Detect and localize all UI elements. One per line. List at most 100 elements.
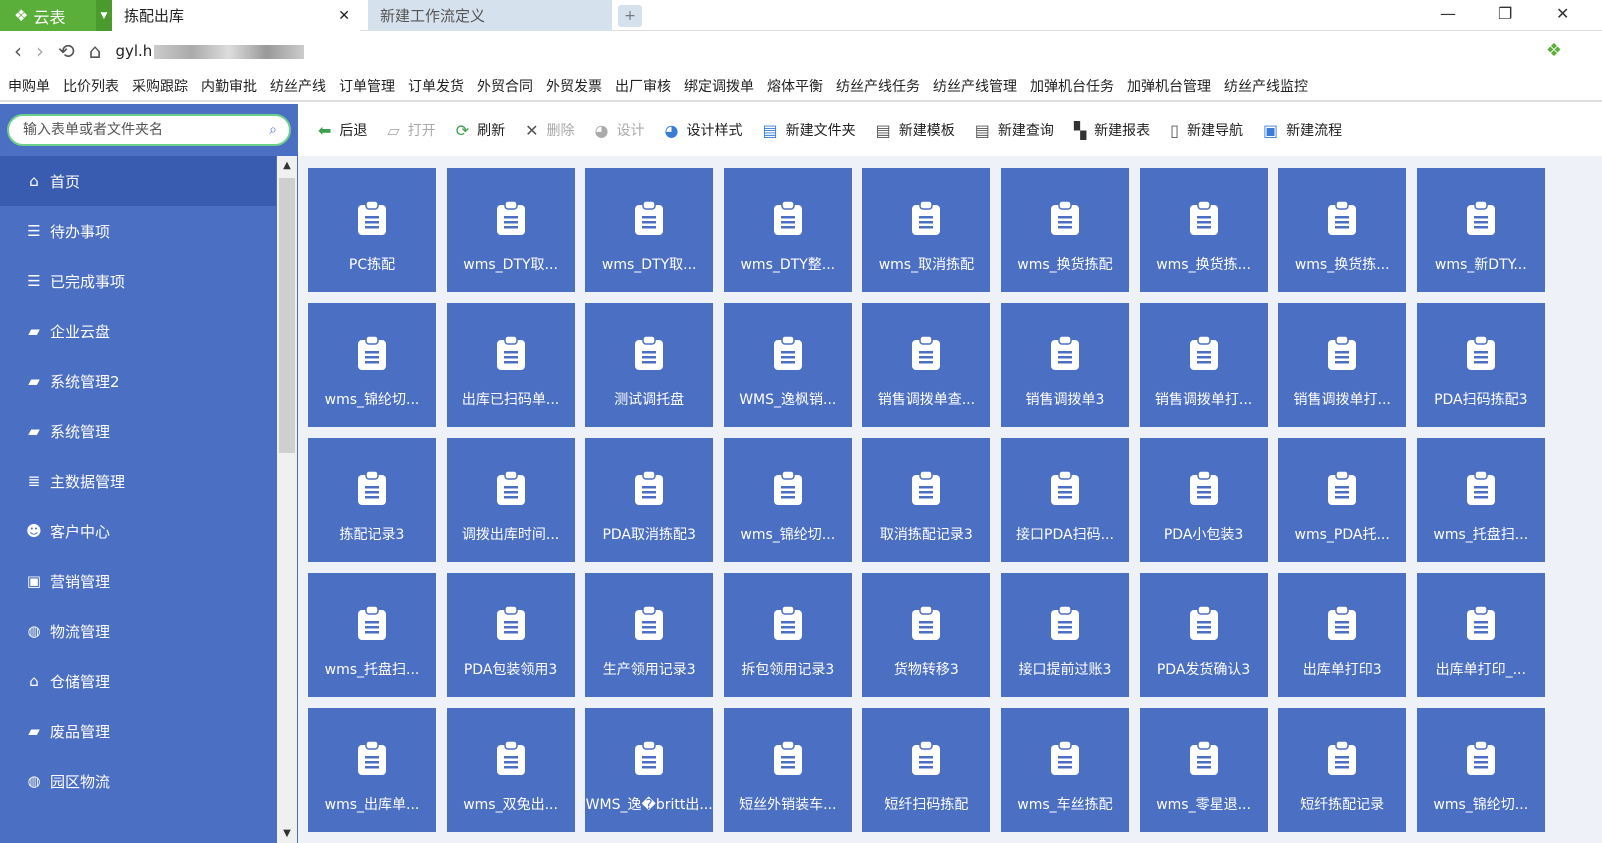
- tab-new-workflow[interactable]: 新建工作流定义: [368, 0, 612, 31]
- form-tile[interactable]: PDA发货确认3: [1139, 573, 1268, 697]
- toolbar-button[interactable]: ⟳ 刷新: [456, 120, 505, 140]
- form-tile[interactable]: wms_换货拣...: [1139, 168, 1268, 292]
- form-tile[interactable]: wms_锦纶切...: [308, 303, 436, 427]
- sidebar-item[interactable]: ◍ 园区物流: [0, 756, 276, 806]
- sidebar-item[interactable]: ≣ 主数据管理: [0, 456, 276, 506]
- back-icon[interactable]: ‹: [14, 39, 22, 63]
- scroll-thumb[interactable]: [279, 178, 295, 453]
- form-tile[interactable]: wms_取消拣配: [862, 168, 991, 292]
- form-tile[interactable]: wms_出库单...: [308, 708, 436, 832]
- form-tile[interactable]: 出库已扫码单...: [446, 303, 575, 427]
- form-tile[interactable]: PC拣配: [308, 168, 436, 292]
- bookmark-link[interactable]: 纺丝产线: [270, 76, 326, 96]
- form-tile[interactable]: 销售调拨单3: [1001, 303, 1129, 427]
- bookmark-link[interactable]: 熔体平衡: [767, 76, 823, 96]
- form-tile[interactable]: 调拨出库时间...: [446, 438, 575, 562]
- home-icon[interactable]: ⌂: [89, 39, 102, 63]
- form-tile[interactable]: 测试调托盘: [585, 303, 714, 427]
- sidebar-item[interactable]: ▣ 营销管理: [0, 556, 276, 606]
- toolbar-button[interactable]: ▯ 新建导航: [1170, 120, 1243, 140]
- tab-picking-outbound[interactable]: 拣配出库 ✕: [112, 0, 360, 31]
- form-tile[interactable]: 销售调拨单打...: [1139, 303, 1268, 427]
- bookmark-link[interactable]: 采购跟踪: [132, 76, 188, 96]
- bookmark-link[interactable]: 加弹机台管理: [1127, 76, 1211, 96]
- toolbar-button[interactable]: ◕ 设计样式: [665, 120, 743, 140]
- sidebar-item[interactable]: ☻ 客户中心: [0, 506, 276, 556]
- form-tile[interactable]: wms_双兔出...: [446, 708, 575, 832]
- bookmark-link[interactable]: 纺丝产线监控: [1224, 76, 1308, 96]
- form-tile[interactable]: wms_换货拣...: [1278, 168, 1407, 292]
- form-tile[interactable]: 短纤拣配记录: [1278, 708, 1407, 832]
- form-tile[interactable]: 出库单打印_...: [1416, 573, 1545, 697]
- toolbar-button[interactable]: ▱ 打开: [387, 120, 435, 140]
- form-tile[interactable]: PDA扫码拣配3: [1416, 303, 1545, 427]
- form-tile[interactable]: wms_锦纶切...: [1416, 708, 1545, 832]
- forward-icon[interactable]: ›: [36, 39, 44, 63]
- sidebar-item[interactable]: ▰ 系统管理2: [0, 356, 276, 406]
- form-tile[interactable]: wms_PDA托...: [1278, 438, 1407, 562]
- bookmark-link[interactable]: 出厂审核: [615, 76, 671, 96]
- extension-icon[interactable]: ❖: [1546, 40, 1562, 61]
- sidebar-item[interactable]: ▰ 废品管理: [0, 706, 276, 756]
- form-tile[interactable]: 短丝外销装车...: [723, 708, 852, 832]
- scroll-down-icon[interactable]: ▼: [277, 828, 297, 839]
- form-tile[interactable]: 拣配记录3: [308, 438, 436, 562]
- form-tile[interactable]: 取消拣配记录3: [862, 438, 991, 562]
- bookmark-link[interactable]: 加弹机台任务: [1030, 76, 1114, 96]
- form-tile[interactable]: 拆包领用记录3: [723, 573, 852, 697]
- brand-menu[interactable]: ❖ 云表 ▼: [0, 0, 112, 31]
- sidebar-item[interactable]: ⌂ 仓储管理: [0, 656, 276, 706]
- sidebar-item[interactable]: ☰ 已完成事项: [0, 256, 276, 306]
- sidebar-item[interactable]: ▰ 企业云盘: [0, 306, 276, 356]
- chevron-down-icon[interactable]: ▼: [96, 0, 112, 31]
- search-icon[interactable]: ⌕: [269, 116, 277, 144]
- form-tile[interactable]: 销售调拨单查...: [862, 303, 991, 427]
- form-tile[interactable]: WMS_逸枫销...: [723, 303, 852, 427]
- bookmark-link[interactable]: 内勤审批: [201, 76, 257, 96]
- sidebar-item[interactable]: ☰ 待办事项: [0, 206, 276, 256]
- form-tile[interactable]: PDA取消拣配3: [585, 438, 714, 562]
- toolbar-button[interactable]: ▤ 新建查询: [975, 120, 1054, 140]
- form-tile[interactable]: wms_托盘扫...: [1416, 438, 1545, 562]
- sidebar-item[interactable]: ◍ 物流管理: [0, 606, 276, 656]
- toolbar-button[interactable]: ⬅ 后退: [318, 120, 367, 140]
- sidebar-item[interactable]: ⌂ 首页: [0, 156, 276, 206]
- form-tile[interactable]: 销售调拨单打...: [1278, 303, 1407, 427]
- toolbar-button[interactable]: ✕ 删除: [525, 120, 574, 140]
- toolbar-button[interactable]: ▤ 新建文件夹: [762, 120, 855, 140]
- minimize-button[interactable]: —: [1440, 4, 1456, 23]
- close-window-button[interactable]: ✕: [1556, 4, 1569, 23]
- toolbar-button[interactable]: ▣ 新建流程: [1263, 120, 1342, 140]
- form-tile[interactable]: PDA小包装3: [1139, 438, 1268, 562]
- bookmark-link[interactable]: 纺丝产线任务: [836, 76, 920, 96]
- bookmark-link[interactable]: 外贸合同: [477, 76, 533, 96]
- form-tile[interactable]: 短纤扫码拣配: [862, 708, 991, 832]
- form-tile[interactable]: 接口提前过账3: [1001, 573, 1129, 697]
- form-tile[interactable]: wms_锦纶切...: [723, 438, 852, 562]
- form-tile[interactable]: wms_换货拣配: [1001, 168, 1129, 292]
- form-tile[interactable]: wms_新DTY...: [1416, 168, 1545, 292]
- bookmark-link[interactable]: 申购单: [8, 76, 50, 96]
- bookmark-link[interactable]: 外贸发票: [546, 76, 602, 96]
- bookmark-link[interactable]: 订单管理: [339, 76, 395, 96]
- toolbar-button[interactable]: ▚ 新建报表: [1074, 120, 1150, 140]
- bookmark-link[interactable]: 绑定调拨单: [684, 76, 754, 96]
- form-tile[interactable]: 出库单打印3: [1278, 573, 1407, 697]
- bookmark-link[interactable]: 订单发货: [408, 76, 464, 96]
- search-input[interactable]: 输入表单或者文件夹名 ⌕: [7, 114, 291, 146]
- new-tab-button[interactable]: +: [618, 5, 642, 27]
- bookmark-link[interactable]: 纺丝产线管理: [933, 76, 1017, 96]
- reload-icon[interactable]: ⟲: [58, 39, 75, 63]
- form-tile[interactable]: 货物转移3: [862, 573, 991, 697]
- url-field[interactable]: gyl.h: [115, 42, 305, 60]
- toolbar-button[interactable]: ◕ 设计: [595, 120, 645, 140]
- form-tile[interactable]: wms_车丝拣配: [1001, 708, 1129, 832]
- form-tile[interactable]: PDA包装领用3: [446, 573, 575, 697]
- scroll-up-icon[interactable]: ▲: [277, 160, 297, 171]
- form-tile[interactable]: wms_DTY取...: [585, 168, 714, 292]
- form-tile[interactable]: wms_托盘扫...: [308, 573, 436, 697]
- bookmark-link[interactable]: 比价列表: [63, 76, 119, 96]
- form-tile[interactable]: 生产领用记录3: [585, 573, 714, 697]
- form-tile[interactable]: wms_DTY整...: [723, 168, 852, 292]
- sidebar-item[interactable]: ▰ 系统管理: [0, 406, 276, 456]
